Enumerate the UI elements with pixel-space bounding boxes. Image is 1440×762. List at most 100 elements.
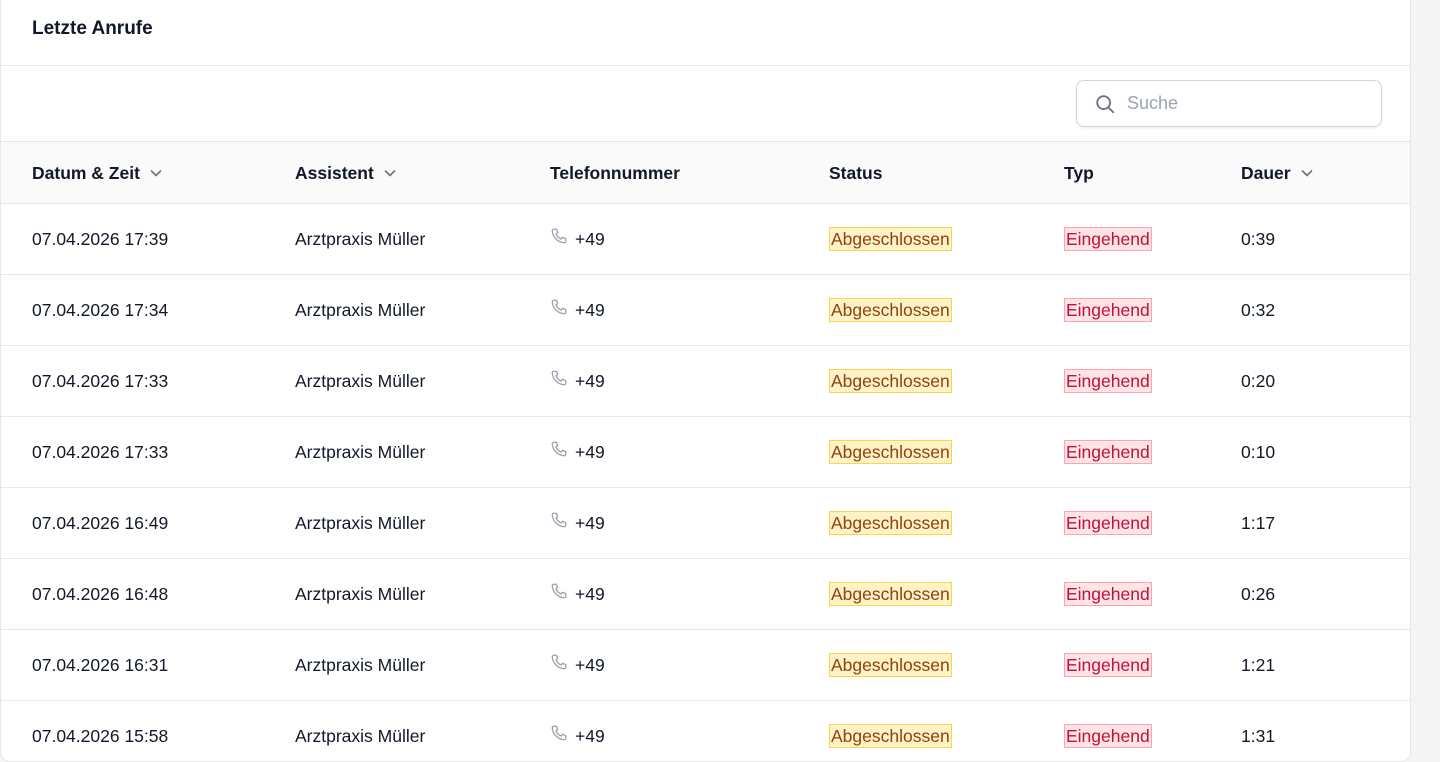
cell-phone: +49 <box>550 701 605 761</box>
phone-number: +49 <box>575 654 605 675</box>
phone-icon <box>550 369 568 387</box>
cell-duration: 1:21 <box>1241 654 1276 675</box>
phone-icon <box>550 440 568 458</box>
cell-assistant: Arztpraxis Müller <box>295 583 426 604</box>
cell-duration: 0:10 <box>1241 441 1276 462</box>
cell-status: Abgeschlossen <box>829 630 952 700</box>
column-header-label: Dauer <box>1241 162 1291 183</box>
cell-duration: 1:17 <box>1241 512 1276 533</box>
cell-phone: +49 <box>550 275 605 345</box>
table-toolbar <box>1 66 1410 142</box>
table-row[interactable]: 07.04.2026 17:33 Arztpraxis Müller +49 A… <box>1 417 1410 488</box>
cell-phone: +49 <box>550 417 605 487</box>
type-badge: Eingehend <box>1064 227 1152 251</box>
phone-number: +49 <box>575 512 605 533</box>
column-header-type: Typ <box>1064 142 1094 204</box>
cell-assistant: Arztpraxis Müller <box>295 299 426 320</box>
cell-date: 07.04.2026 16:31 <box>32 654 169 675</box>
cell-assistant: Arztpraxis Müller <box>295 654 426 675</box>
cell-type: Eingehend <box>1064 346 1152 416</box>
status-badge: Abgeschlossen <box>829 227 952 251</box>
phone-number: +49 <box>575 299 605 320</box>
cell-phone: +49 <box>550 630 605 700</box>
type-badge: Eingehend <box>1064 582 1152 606</box>
type-badge: Eingehend <box>1064 511 1152 535</box>
cell-status: Abgeschlossen <box>829 701 952 761</box>
column-header-phone: Telefonnummer <box>550 142 680 204</box>
status-badge: Abgeschlossen <box>829 298 952 322</box>
table-row[interactable]: 07.04.2026 16:49 Arztpraxis Müller +49 A… <box>1 488 1410 559</box>
status-badge: Abgeschlossen <box>829 653 952 677</box>
phone-number: +49 <box>575 725 605 746</box>
phone-icon <box>550 653 568 671</box>
search-icon <box>1094 93 1116 115</box>
column-header-label: Datum & Zeit <box>32 162 140 183</box>
cell-duration: 0:20 <box>1241 370 1276 391</box>
cell-type: Eingehend <box>1064 204 1152 274</box>
phone-icon <box>550 227 568 245</box>
search-input[interactable] <box>1127 93 1367 114</box>
cell-phone: +49 <box>550 204 605 274</box>
chevron-down-icon[interactable] <box>1300 166 1314 180</box>
cell-date: 07.04.2026 17:34 <box>32 299 169 320</box>
cell-date: 07.04.2026 16:48 <box>32 583 169 604</box>
table-row[interactable]: 07.04.2026 16:48 Arztpraxis Müller +49 A… <box>1 559 1410 630</box>
column-header-assistant[interactable]: Assistent <box>295 142 397 204</box>
status-badge: Abgeschlossen <box>829 369 952 393</box>
table-row[interactable]: 07.04.2026 17:33 Arztpraxis Müller +49 A… <box>1 346 1410 417</box>
cell-type: Eingehend <box>1064 701 1152 761</box>
cell-assistant: Arztpraxis Müller <box>295 370 426 391</box>
search-box[interactable] <box>1076 80 1382 127</box>
status-badge: Abgeschlossen <box>829 440 952 464</box>
cell-assistant: Arztpraxis Müller <box>295 441 426 462</box>
column-header-duration[interactable]: Dauer <box>1241 142 1314 204</box>
status-badge: Abgeschlossen <box>829 582 952 606</box>
column-header-status: Status <box>829 142 882 204</box>
cell-type: Eingehend <box>1064 488 1152 558</box>
cell-date: 07.04.2026 16:49 <box>32 512 169 533</box>
column-header-date[interactable]: Datum & Zeit <box>32 142 163 204</box>
column-header-label: Typ <box>1064 162 1094 183</box>
type-badge: Eingehend <box>1064 440 1152 464</box>
type-badge: Eingehend <box>1064 724 1152 748</box>
table-body: 07.04.2026 17:39 Arztpraxis Müller +49 A… <box>1 204 1410 761</box>
type-badge: Eingehend <box>1064 298 1152 322</box>
column-header-label: Status <box>829 162 883 183</box>
cell-duration: 0:39 <box>1241 228 1276 249</box>
phone-number: +49 <box>575 370 605 391</box>
cell-type: Eingehend <box>1064 275 1152 345</box>
phone-number: +49 <box>575 441 605 462</box>
phone-number: +49 <box>575 228 605 249</box>
table-row[interactable]: 07.04.2026 16:31 Arztpraxis Müller +49 A… <box>1 630 1410 701</box>
cell-status: Abgeschlossen <box>829 204 952 274</box>
cell-assistant: Arztpraxis Müller <box>295 725 426 746</box>
cell-phone: +49 <box>550 346 605 416</box>
cell-type: Eingehend <box>1064 559 1152 629</box>
type-badge: Eingehend <box>1064 653 1152 677</box>
table-header: Datum & Zeit Assistent Telefonnummer Sta… <box>1 142 1410 204</box>
cell-status: Abgeschlossen <box>829 417 952 487</box>
cell-type: Eingehend <box>1064 630 1152 700</box>
cell-status: Abgeschlossen <box>829 346 952 416</box>
cell-status: Abgeschlossen <box>829 488 952 558</box>
cell-assistant: Arztpraxis Müller <box>295 228 426 249</box>
cell-duration: 1:31 <box>1241 725 1276 746</box>
cell-date: 07.04.2026 17:39 <box>32 228 169 249</box>
cell-assistant: Arztpraxis Müller <box>295 512 426 533</box>
chevron-down-icon[interactable] <box>149 166 163 180</box>
table-row[interactable]: 07.04.2026 17:34 Arztpraxis Müller +49 A… <box>1 275 1410 346</box>
phone-icon <box>550 298 568 316</box>
phone-icon <box>550 724 568 742</box>
chevron-down-icon[interactable] <box>383 166 397 180</box>
cell-date: 07.04.2026 17:33 <box>32 441 169 462</box>
cell-duration: 0:26 <box>1241 583 1276 604</box>
status-badge: Abgeschlossen <box>829 511 952 535</box>
table-row[interactable]: 07.04.2026 17:39 Arztpraxis Müller +49 A… <box>1 204 1410 275</box>
cell-phone: +49 <box>550 559 605 629</box>
table-row[interactable]: 07.04.2026 15:58 Arztpraxis Müller +49 A… <box>1 701 1410 761</box>
cell-date: 07.04.2026 17:33 <box>32 370 169 391</box>
card-header: Letzte Anrufe <box>1 0 1410 66</box>
cell-status: Abgeschlossen <box>829 559 952 629</box>
column-header-label: Assistent <box>295 162 374 183</box>
cell-duration: 0:32 <box>1241 299 1276 320</box>
